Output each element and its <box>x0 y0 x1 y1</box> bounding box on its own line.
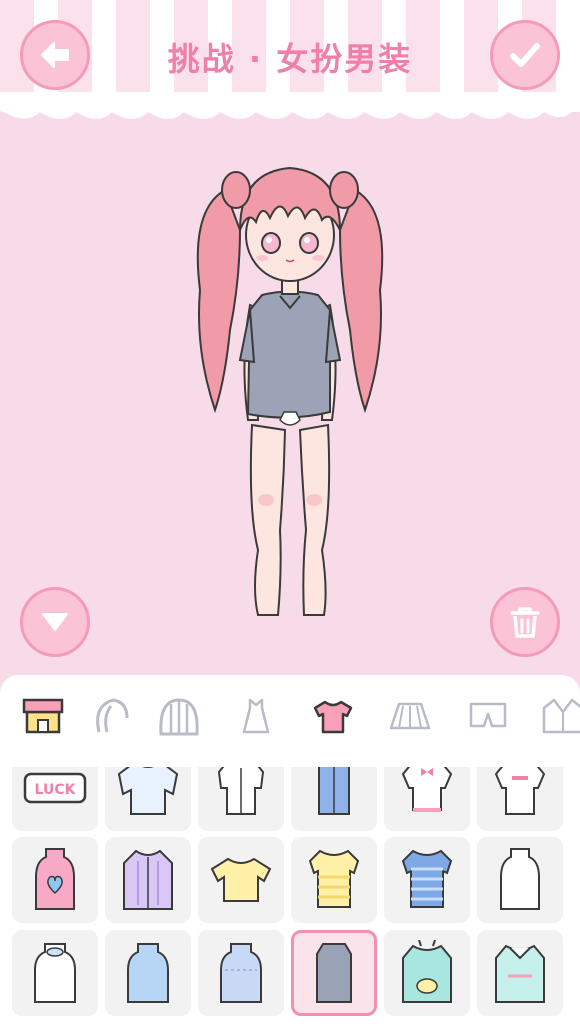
love-tee-icon <box>494 767 546 815</box>
item-yellow-stripe-tee[interactable] <box>291 837 377 923</box>
collar-shirt-icon <box>495 944 545 1003</box>
item-white-tank[interactable] <box>477 837 563 923</box>
item-bow-top[interactable] <box>384 767 470 831</box>
tshirt-icon <box>313 700 353 734</box>
wig-icon <box>159 698 199 736</box>
bow-top-icon <box>401 767 453 812</box>
blue-sleeveless-top-icon <box>318 767 350 815</box>
jacket-icon <box>542 698 580 734</box>
tab-shop[interactable] <box>20 693 66 739</box>
collapse-panel-button[interactable] <box>20 587 90 657</box>
item-purple-cardigan[interactable] <box>105 837 191 923</box>
confirm-button[interactable] <box>490 20 560 90</box>
character-doll[interactable] <box>0 130 580 675</box>
item-white-blouse[interactable] <box>12 930 98 1016</box>
gray-long-tee-icon <box>316 943 352 1003</box>
luck-badge-icon: LUCK <box>23 772 87 804</box>
blue-sweater-icon <box>127 943 169 1003</box>
dress-icon <box>242 698 270 734</box>
luck-text: LUCK <box>35 782 77 798</box>
item-white-shirt[interactable] <box>198 767 284 831</box>
item-blue-sweater[interactable] <box>105 930 191 1016</box>
item-blue-sleeveless[interactable] <box>291 767 377 831</box>
shop-icon <box>22 698 64 734</box>
yellow-stripe-tee-icon <box>308 849 360 908</box>
tab-dress[interactable] <box>233 693 279 739</box>
tab-jacket[interactable] <box>540 693 580 739</box>
dressup-stage <box>0 130 580 675</box>
item-bunny-hoodie[interactable] <box>384 930 470 1016</box>
tab-shorts[interactable] <box>465 693 511 739</box>
item-heart-tank[interactable] <box>12 837 98 923</box>
item-love-tee[interactable] <box>477 767 563 831</box>
item-ruffle-blouse[interactable] <box>105 767 191 831</box>
tab-skirt[interactable] <box>387 693 433 739</box>
ruffle-blouse-icon <box>117 767 179 815</box>
item-luck-badge[interactable]: LUCK <box>12 767 98 831</box>
blue-tank-icon <box>220 943 262 1003</box>
skirt-icon <box>389 702 431 730</box>
trash-button[interactable] <box>490 587 560 657</box>
hair-icon <box>96 698 129 733</box>
white-blouse-icon <box>34 943 76 1003</box>
item-gray-long-tee-selected[interactable] <box>291 930 377 1016</box>
checkmark-icon <box>510 43 540 67</box>
shorts-icon <box>469 702 507 728</box>
tab-hair[interactable] <box>88 693 134 739</box>
tab-tops[interactable] <box>310 693 356 739</box>
wardrobe-panel: LUCK <box>0 675 580 1031</box>
awning-scallops <box>0 92 580 119</box>
purple-cardigan-icon <box>123 849 173 910</box>
tab-wig[interactable] <box>156 693 202 739</box>
item-blue-stripe-tee[interactable] <box>384 837 470 923</box>
clothing-grid: LUCK <box>12 767 568 1031</box>
yellow-tee-icon <box>210 857 272 902</box>
back-arrow-icon <box>41 42 69 68</box>
item-blue-tank[interactable] <box>198 930 284 1016</box>
trash-icon <box>510 607 540 638</box>
item-yellow-tee[interactable] <box>198 837 284 923</box>
white-tank-icon <box>500 848 540 910</box>
triangle-down-icon <box>42 613 68 631</box>
bunny-hoodie-icon <box>402 940 452 1003</box>
back-button[interactable] <box>20 20 90 90</box>
blue-stripe-tee-icon <box>401 849 453 908</box>
category-tabs <box>0 675 580 765</box>
item-collar-shirt[interactable] <box>477 930 563 1016</box>
heart-tank-icon <box>35 848 75 910</box>
white-shirt-icon <box>217 767 265 815</box>
